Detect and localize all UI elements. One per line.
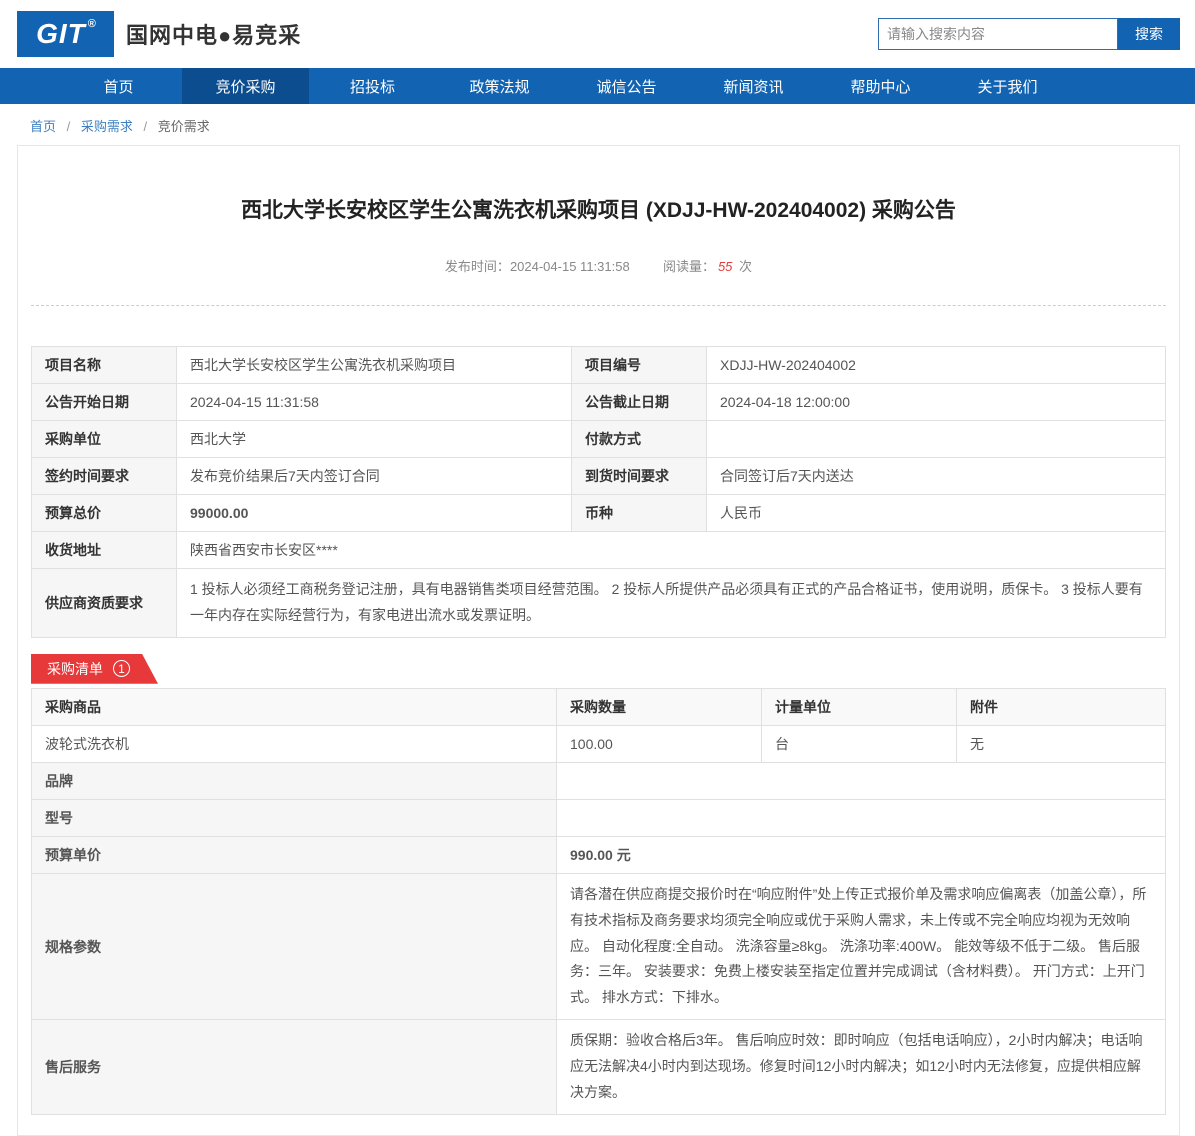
table-row: 售后服务 质保期：验收合格后3年。 售后响应时效：即时响应（包括电话响应），2小…: [31, 1019, 1166, 1115]
column-header-quantity: 采购数量: [556, 687, 762, 726]
nav-item-help[interactable]: 帮助中心: [817, 68, 944, 104]
publish-meta: 发布时间：2024-04-15 11:31:58 阅读量： 55 次: [31, 256, 1166, 275]
detail-label: 公告截止日期: [571, 383, 707, 421]
git-logo[interactable]: GIT ®: [17, 11, 114, 57]
breadcrumb-separator: /: [143, 119, 148, 134]
detail-value: 2024-04-18 12:00:00: [706, 383, 1166, 421]
detail-value: [706, 420, 1166, 458]
purchase-list-count: 1: [113, 660, 130, 677]
page-title: 西北大学长安校区学生公寓洗衣机采购项目 (XDJJ-HW-202404002) …: [241, 199, 956, 222]
breadcrumb-purchase-needs-link[interactable]: 采购需求: [81, 119, 133, 134]
brand: GIT ® 国网中电●易竞采: [17, 11, 301, 57]
detail-label: 供应商资质要求: [31, 568, 177, 638]
views-label: 阅读量：: [662, 259, 715, 274]
table-row: 预算总价 99000.00 币种 人民币: [31, 494, 1166, 532]
publish-time-value: 2024-04-15 11:31:58: [509, 259, 630, 274]
product-unit: 台: [761, 724, 957, 763]
column-header-attachment: 附件: [956, 687, 1166, 726]
detail-label: 收货地址: [31, 531, 177, 569]
budget-total-value: 99000.00: [176, 494, 572, 532]
detail-value: 西北大学长安校区学生公寓洗衣机采购项目: [176, 346, 572, 384]
table-row: 规格参数 请各潜在供应商提交报价时在“响应附件”处上传正式报价单及需求响应偏离表…: [31, 872, 1166, 1021]
purchase-list-badge: 采购清单 1: [31, 654, 158, 684]
search-bar: 搜索: [878, 18, 1180, 50]
detail-label: 项目名称: [31, 346, 177, 384]
nav-item-policies[interactable]: 政策法规: [436, 68, 563, 104]
search-input[interactable]: [878, 18, 1118, 50]
nav-item-news[interactable]: 新闻资讯: [690, 68, 817, 104]
brand-label: 品牌: [31, 761, 557, 800]
spec-value: 请各潜在供应商提交报价时在“响应附件”处上传正式报价单及需求响应偏离表（加盖公章…: [556, 872, 1166, 1021]
nav-item-about[interactable]: 关于我们: [944, 68, 1071, 104]
announcement-card: 西北大学长安校区学生公寓洗衣机采购项目 (XDJJ-HW-202404002) …: [17, 145, 1180, 1136]
product-attachment: 无: [956, 724, 1166, 763]
table-row: 采购单位 西北大学 付款方式: [31, 420, 1166, 458]
breadcrumb-home-link[interactable]: 首页: [30, 119, 56, 134]
nav-item-bidding-purchase[interactable]: 竞价采购: [182, 68, 309, 104]
unit-price-label: 预算单价: [31, 835, 557, 874]
breadcrumb-separator: /: [66, 119, 71, 134]
table-row: 供应商资质要求 1 投标人必须经工商税务登记注册，具有电器销售类项目经营范围。 …: [31, 568, 1166, 638]
model-label: 型号: [31, 798, 557, 837]
detail-value: 西北大学: [176, 420, 572, 458]
product-name: 波轮式洗衣机: [31, 724, 557, 763]
table-row: 型号: [31, 798, 1166, 837]
table-row: 预算单价 990.00 元: [31, 835, 1166, 874]
views-unit: 次: [739, 259, 753, 274]
column-header-unit: 计量单位: [761, 687, 957, 726]
main-nav: 首页 竞价采购 招投标 政策法规 诚信公告 新闻资讯 帮助中心 关于我们: [0, 68, 1195, 104]
purchase-list-table: 采购商品 采购数量 计量单位 附件 波轮式洗衣机 100.00 台 无 品牌 型…: [31, 687, 1166, 1115]
divider: [31, 305, 1166, 306]
publish-time-label: 发布时间：: [444, 259, 510, 274]
logo-text: GIT: [36, 18, 86, 49]
detail-label: 到货时间要求: [571, 457, 707, 495]
nav-item-home[interactable]: 首页: [55, 68, 182, 104]
site-title: 国网中电●易竞采: [126, 23, 302, 48]
spec-label: 规格参数: [31, 872, 557, 1021]
unit-price-value: 990.00 元: [556, 835, 1166, 874]
nav-item-tenders[interactable]: 招投标: [309, 68, 436, 104]
table-row: 品牌: [31, 761, 1166, 800]
table-row: 公告开始日期 2024-04-15 11:31:58 公告截止日期 2024-0…: [31, 383, 1166, 421]
detail-label: 签约时间要求: [31, 457, 177, 495]
search-button[interactable]: 搜索: [1118, 18, 1180, 50]
detail-label: 公告开始日期: [31, 383, 177, 421]
table-row: 波轮式洗衣机 100.00 台 无: [31, 724, 1166, 763]
detail-value: 2024-04-15 11:31:58: [176, 383, 572, 421]
table-row: 收货地址 陕西省西安市长安区****: [31, 531, 1166, 569]
table-header-row: 采购商品 采购数量 计量单位 附件: [31, 687, 1166, 726]
detail-value: 发布竞价结果后7天内签订合同: [176, 457, 572, 495]
purchase-list-badge-label: 采购清单: [47, 660, 103, 677]
detail-label: 项目编号: [571, 346, 707, 384]
registered-mark-icon: ®: [87, 18, 97, 30]
breadcrumb: 首页 / 采购需求 / 竞价需求: [0, 104, 1195, 145]
nav-item-integrity[interactable]: 诚信公告: [563, 68, 690, 104]
delivery-address-value: 陕西省西安市长安区****: [176, 531, 1166, 569]
detail-value: XDJJ-HW-202404002: [706, 346, 1166, 384]
views-count: 55: [717, 259, 733, 274]
brand-value: [556, 761, 1166, 800]
detail-label: 采购单位: [31, 420, 177, 458]
detail-value: 人民币: [706, 494, 1166, 532]
project-detail-table: 项目名称 西北大学长安校区学生公寓洗衣机采购项目 项目编号 XDJJ-HW-20…: [31, 346, 1166, 638]
after-sales-value: 质保期：验收合格后3年。 售后响应时效：即时响应（包括电话响应），2小时内解决；…: [556, 1019, 1166, 1115]
detail-label: 币种: [571, 494, 707, 532]
detail-label: 预算总价: [31, 494, 177, 532]
breadcrumb-current: 竞价需求: [157, 119, 210, 134]
column-header-product: 采购商品: [31, 687, 557, 726]
top-header: GIT® 国网中电●易竞采 搜索: [0, 0, 1195, 68]
model-value: [556, 798, 1166, 837]
table-row: 签约时间要求 发布竞价结果后7天内签订合同 到货时间要求 合同签订后7天内送达: [31, 457, 1166, 495]
table-row: 项目名称 西北大学长安校区学生公寓洗衣机采购项目 项目编号 XDJJ-HW-20…: [31, 346, 1166, 384]
supplier-qualification-value: 1 投标人必须经工商税务登记注册，具有电器销售类项目经营范围。 2 投标人所提供…: [176, 568, 1166, 638]
detail-value: 合同签订后7天内送达: [706, 457, 1166, 495]
detail-label: 付款方式: [571, 420, 707, 458]
product-quantity: 100.00: [556, 724, 762, 763]
after-sales-label: 售后服务: [31, 1019, 557, 1115]
